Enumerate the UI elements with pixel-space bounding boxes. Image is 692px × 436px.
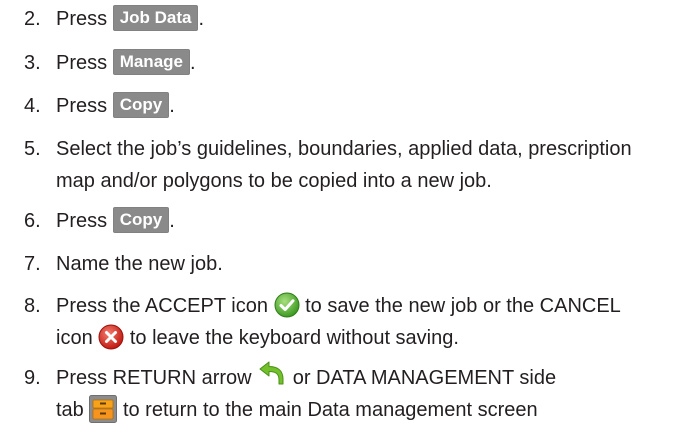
step-3: 3. Press Manage. [0, 47, 692, 79]
step-text: Press the ACCEPT icon [56, 295, 268, 317]
step-6: 6. Press Copy. [0, 205, 692, 237]
copy-confirm-button[interactable]: Copy [112, 207, 170, 234]
cancel-x-icon[interactable] [98, 324, 124, 350]
step-2: 2. Press Job Data. [0, 3, 692, 35]
step-text: or DATA MANAGEMENT side [292, 367, 557, 389]
accept-check-icon[interactable] [274, 292, 300, 318]
step-punct: . [189, 52, 196, 74]
step-punct: . [198, 8, 205, 30]
step-text: Press [56, 52, 108, 74]
step-number: 6. [24, 210, 41, 232]
step-7: 7. Name the new job. [0, 248, 692, 280]
step-number: 3. [24, 52, 41, 74]
step-text-line2: map and/or polygons to be copied into a … [56, 170, 492, 192]
step-9: 9. Press RETURN arrow or DATA MANAGEMENT… [0, 359, 692, 426]
step-number: 4. [24, 95, 41, 117]
step-8: 8. Press the ACCEPT icon to save the new… [0, 290, 692, 354]
step-number: 8. [24, 295, 41, 317]
step-4: 4. Press Copy. [0, 90, 692, 122]
step-punct: . [169, 95, 175, 117]
copy-button[interactable]: Copy [112, 92, 170, 119]
step-text: to save the new job or the CANCEL [305, 295, 621, 317]
manage-button[interactable]: Manage [112, 49, 190, 76]
step-text: to return to the main Data management sc… [122, 399, 538, 421]
step-text: Name the new job. [56, 253, 223, 275]
step-text-line1: Select the job’s guidelines, boundaries,… [56, 138, 632, 160]
step-text: icon [56, 327, 93, 349]
job-data-button[interactable]: Job Data [112, 5, 199, 32]
step-text: Press [56, 8, 108, 30]
step-number: 7. [24, 253, 41, 275]
return-arrow-icon[interactable] [257, 359, 287, 387]
step-punct: . [169, 210, 175, 232]
step-text: Press [56, 95, 108, 117]
step-text: to leave the keyboard without saving. [129, 327, 459, 349]
step-number: 2. [24, 8, 41, 30]
step-text: Press RETURN arrow [56, 367, 252, 389]
data-management-tab-icon[interactable] [89, 394, 118, 423]
step-text: Press [56, 210, 108, 232]
step-5: 5. Select the job’s guidelines, boundari… [0, 133, 692, 197]
step-text: tab [56, 399, 84, 421]
step-number: 9. [24, 367, 41, 389]
step-number: 5. [24, 138, 41, 160]
